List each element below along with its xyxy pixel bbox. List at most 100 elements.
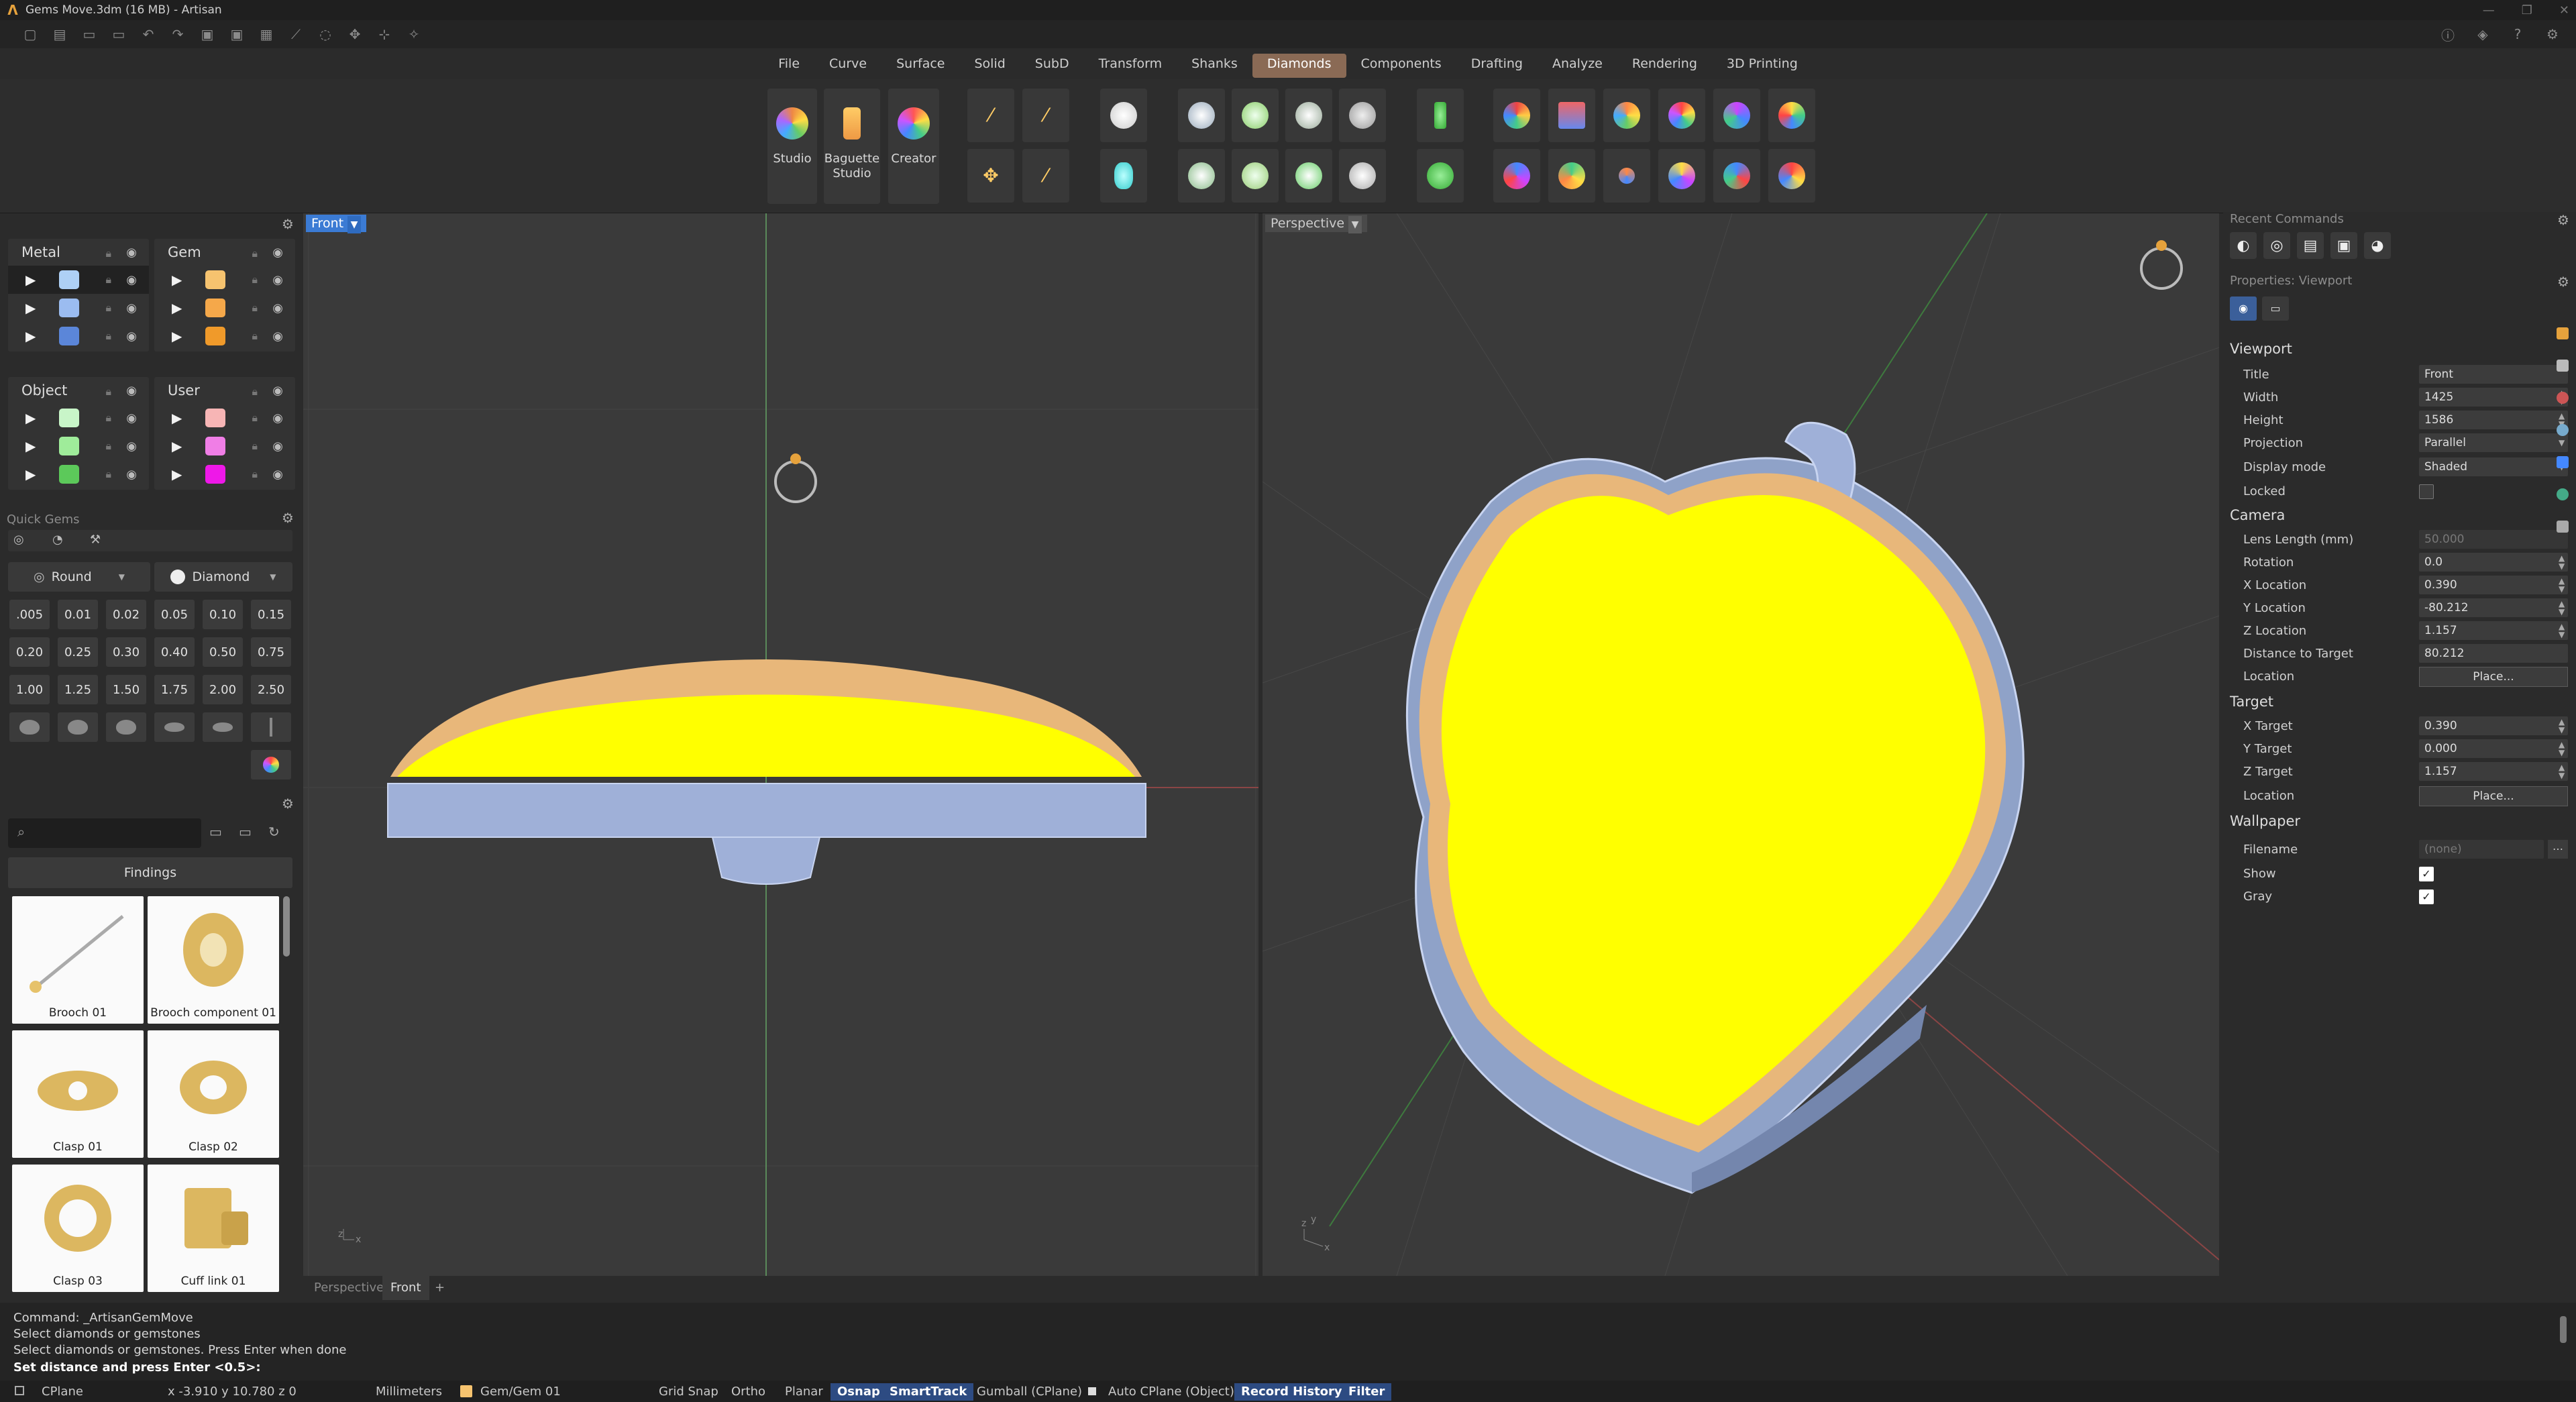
place-target-button[interactable]: Place...: [2419, 786, 2568, 806]
gem-size-button[interactable]: 1.75: [154, 675, 195, 704]
layer-row[interactable]: ▶ 🔒︎ ◉: [154, 432, 295, 460]
rotation-field[interactable]: 0.0: [2419, 553, 2568, 572]
play-icon[interactable]: ▶: [25, 272, 36, 288]
status-auto-cplane[interactable]: Auto CPlane (Object): [1102, 1383, 1241, 1401]
pave-button[interactable]: [1339, 89, 1386, 142]
display-mode-dropdown[interactable]: Shaded: [2419, 457, 2568, 476]
lock-icon[interactable]: 🔒︎: [105, 385, 111, 398]
lock-icon[interactable]: 🔒︎: [105, 273, 111, 286]
menu-subd[interactable]: SubD: [1020, 54, 1084, 78]
gem-size-button[interactable]: 1.25: [58, 675, 98, 704]
menu-drafting[interactable]: Drafting: [1456, 54, 1538, 78]
studio-button[interactable]: Studio: [767, 89, 817, 204]
lock-icon[interactable]: 🔒︎: [252, 385, 258, 398]
gem-size-button[interactable]: 0.02: [106, 600, 146, 629]
lock-icon[interactable]: 🔒︎: [105, 411, 111, 425]
gem-color-button[interactable]: [251, 750, 291, 779]
layer-header-metal[interactable]: Metal 🔒︎ ◉: [8, 239, 149, 266]
perspective-viewport[interactable]: z y x Perspective ▼: [1263, 213, 2219, 1276]
display-tab[interactable]: ▭: [2262, 296, 2289, 321]
menu-analyze[interactable]: Analyze: [1538, 54, 1617, 78]
y-target-field[interactable]: 0.000: [2419, 739, 2568, 758]
gem-report-button[interactable]: [1548, 89, 1595, 142]
gem-size-button[interactable]: .005: [9, 600, 50, 629]
info-icon[interactable]: ⓘ: [2438, 24, 2458, 44]
open-folder-icon[interactable]: ▭: [109, 24, 129, 44]
gem-shape-dropdown[interactable]: ◎ Round ▼: [8, 562, 150, 592]
layer-header-object[interactable]: Object 🔒︎ ◉: [8, 377, 149, 404]
gem-size-button[interactable]: 0.50: [203, 637, 243, 667]
artisan-panel-icon[interactable]: [2557, 327, 2569, 339]
gem-size-button[interactable]: 0.05: [154, 600, 195, 629]
eye-icon[interactable]: ◉: [272, 273, 283, 287]
gem-group-button[interactable]: [1713, 89, 1760, 142]
lock-icon[interactable]: 🔒︎: [105, 468, 111, 481]
layer-row[interactable]: ▶ 🔒︎ ◉: [8, 266, 149, 294]
layers-panel-icon[interactable]: [2557, 456, 2569, 468]
height-field[interactable]: 1586: [2419, 411, 2568, 429]
new-file-icon[interactable]: ▢: [20, 24, 40, 44]
add-viewport-tab-button[interactable]: +: [427, 1276, 453, 1300]
gem-palette-button[interactable]: [1658, 89, 1705, 142]
perspective-viewport-tab[interactable]: Perspective ▼: [1265, 215, 1368, 233]
eye-icon[interactable]: ◉: [272, 329, 283, 343]
layer-color-swatch[interactable]: [59, 327, 79, 345]
library-category-dropdown[interactable]: Findings: [8, 857, 292, 888]
gem-size-button[interactable]: 1.00: [9, 675, 50, 704]
eye-icon[interactable]: ◉: [272, 301, 283, 315]
transform-icon[interactable]: ⊹: [374, 24, 394, 44]
gem-material-dropdown[interactable]: Diamond ▼: [154, 562, 292, 592]
recent-command-button[interactable]: ◐: [2230, 232, 2257, 259]
bezel-setting-button[interactable]: [1232, 89, 1279, 142]
gem-size-button[interactable]: 1.50: [106, 675, 146, 704]
gem-shape-button[interactable]: [203, 712, 243, 742]
new-template-icon[interactable]: ▤: [50, 24, 70, 44]
eye-icon[interactable]: ◉: [126, 301, 137, 315]
tab-front[interactable]: Front: [382, 1276, 429, 1300]
lock-icon[interactable]: 🔒︎: [252, 329, 258, 343]
play-icon[interactable]: ▶: [172, 438, 182, 454]
play-icon[interactable]: ▶: [172, 272, 182, 288]
render-panel-icon[interactable]: [2557, 392, 2569, 404]
layer-row[interactable]: ▶ 🔒︎ ◉: [154, 266, 295, 294]
lock-icon[interactable]: 🔒︎: [105, 247, 111, 260]
save-icon[interactable]: ▣: [197, 24, 217, 44]
round-gem-button[interactable]: [1100, 89, 1147, 142]
recent-gear-icon[interactable]: ⚙: [2557, 212, 2569, 228]
play-icon[interactable]: ▶: [25, 328, 36, 344]
save-as-icon[interactable]: ▣: [227, 24, 247, 44]
recent-command-button[interactable]: ▣: [2330, 232, 2357, 259]
lock-icon[interactable]: 🔒︎: [252, 273, 258, 286]
menu-surface[interactable]: Surface: [881, 54, 959, 78]
lock-icon[interactable]: 🔒︎: [252, 247, 258, 260]
play-icon[interactable]: ▶: [172, 328, 182, 344]
settings-icon[interactable]: ⚙: [2542, 24, 2563, 44]
library-item[interactable]: Cuff link 01: [148, 1165, 279, 1292]
prong-add-button[interactable]: [1417, 89, 1464, 142]
menu-rendering[interactable]: Rendering: [1617, 54, 1712, 78]
gem-shape-button[interactable]: [58, 712, 98, 742]
gem-distance-button[interactable]: [1603, 149, 1650, 203]
layer-row[interactable]: ▶ 🔒︎ ◉: [8, 460, 149, 488]
spinner-icon[interactable]: ▲▼: [2559, 763, 2565, 779]
browse-button[interactable]: …: [2548, 840, 2568, 859]
eye-icon[interactable]: ◉: [272, 439, 283, 453]
eye-icon[interactable]: ◉: [126, 384, 137, 398]
gem-swap-button[interactable]: [1713, 149, 1760, 203]
menu-components[interactable]: Components: [1346, 54, 1456, 78]
halo-button[interactable]: [1232, 149, 1279, 203]
menu-3d-printing[interactable]: 3D Printing: [1712, 54, 1813, 78]
eye-icon[interactable]: ◉: [126, 329, 137, 343]
library-item[interactable]: Brooch 01: [12, 896, 144, 1024]
properties-gear-icon[interactable]: ⚙: [2557, 274, 2569, 290]
gems-on-curve-button[interactable]: ⁄: [967, 89, 1014, 142]
prong-edit-button[interactable]: [1417, 149, 1464, 203]
eye-icon[interactable]: ◉: [272, 468, 283, 482]
gem-color-button[interactable]: [1493, 89, 1540, 142]
gem-size-button[interactable]: 0.10: [203, 600, 243, 629]
recent-command-button[interactable]: ▤: [2297, 232, 2324, 259]
gem-shape-button[interactable]: [9, 712, 50, 742]
layer-color-swatch[interactable]: [205, 299, 225, 317]
gem-settings-icon[interactable]: ◎: [13, 533, 24, 547]
layer-header-user[interactable]: User 🔒︎ ◉: [154, 377, 295, 404]
